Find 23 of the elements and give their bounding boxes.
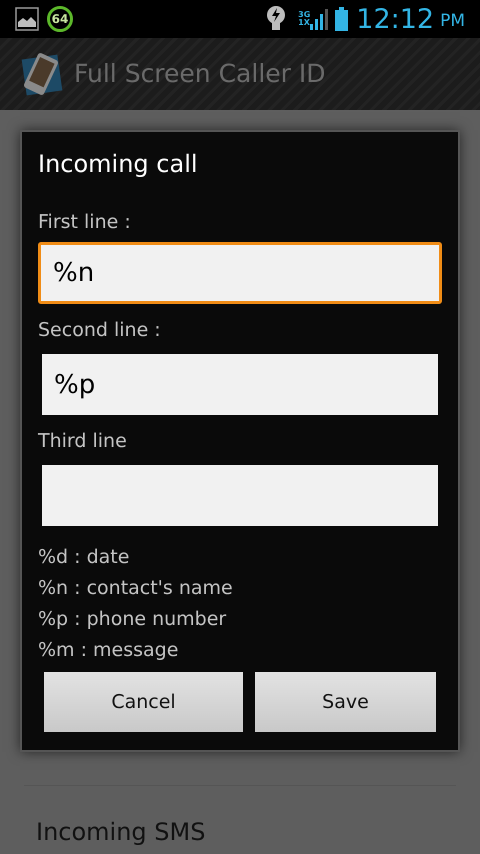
text-field[interactable]: %p [42, 354, 438, 415]
clock: 12:12 [356, 6, 434, 32]
signal-icon [310, 8, 328, 30]
dialog-button[interactable]: Cancel [44, 672, 243, 732]
battery-icon [335, 7, 348, 31]
field-label: Second line : [38, 318, 162, 342]
badge-counter: 64 [47, 6, 73, 32]
hint-text: %p : phone number [38, 607, 228, 632]
clock-period: PM [440, 12, 465, 30]
lightbulb-icon [266, 5, 286, 33]
dialog-title: Incoming call [38, 149, 199, 180]
hint-text: %m : message [38, 638, 180, 663]
hint-text: %n : contact's name [38, 576, 234, 601]
app-title: Full Screen Caller ID [74, 58, 326, 90]
hint-text: %d : date [38, 545, 130, 570]
field-label: Third line [38, 429, 128, 453]
field-label: First line : [38, 210, 132, 234]
network-type: 3G [298, 11, 310, 19]
dialog-button[interactable]: Save [255, 672, 436, 732]
picture-icon [15, 7, 39, 31]
text-field[interactable]: %n [38, 242, 442, 304]
network-type: 1X [298, 19, 310, 27]
text-field[interactable] [42, 465, 438, 526]
